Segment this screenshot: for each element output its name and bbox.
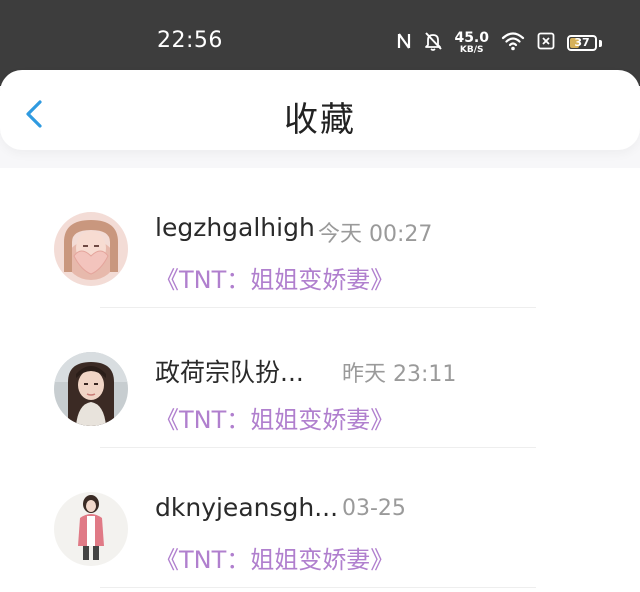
- favorite-user-name: dknyjeansgh...: [155, 493, 339, 522]
- favorite-timestamp: 03-25: [342, 496, 406, 521]
- status-icons: 45.0 KB/S 37: [396, 29, 602, 57]
- favorite-book-link[interactable]: 《TNT：姐姐变娇妻》: [155, 400, 394, 435]
- no-sim-icon: [537, 32, 555, 54]
- favorite-item[interactable]: dknyjeansgh... 03-25 《TNT：姐姐变娇妻》: [0, 448, 640, 588]
- favorite-user-name: 政荷宗队扮...: [155, 358, 304, 387]
- favorite-book-link[interactable]: 《TNT：姐姐变娇妻》: [155, 260, 394, 295]
- avatar: [54, 352, 128, 426]
- favorite-book-link[interactable]: 《TNT：姐姐变娇妻》: [155, 540, 394, 575]
- favorites-list: legzhgalhigh 今天 00:27 《TNT：姐姐变娇妻》 政荷宗队扮.…: [0, 168, 640, 592]
- row-divider: [100, 587, 536, 588]
- battery-level: 37: [574, 36, 590, 49]
- bell-muted-icon: [424, 31, 443, 55]
- header-bar: 收藏: [0, 70, 640, 150]
- favorite-timestamp: 今天 00:27: [318, 222, 433, 247]
- nfc-icon: [396, 31, 412, 55]
- battery-icon: 37: [567, 35, 597, 51]
- net-speed-unit: KB/S: [459, 45, 484, 55]
- page-title: 收藏: [284, 100, 356, 140]
- favorite-item[interactable]: legzhgalhigh 今天 00:27 《TNT：姐姐变娇妻》: [0, 168, 640, 308]
- favorite-user-name: legzhgalhigh: [155, 213, 315, 242]
- avatar: [54, 492, 128, 566]
- wifi-icon: [501, 31, 525, 55]
- favorite-item[interactable]: 政荷宗队扮... 昨天 23:11 《TNT：姐姐变娇妻》: [0, 308, 640, 448]
- favorite-timestamp: 昨天 23:11: [342, 362, 457, 387]
- net-speed-value: 45.0: [454, 30, 489, 46]
- net-speed-indicator: 45.0 KB/S: [454, 31, 489, 55]
- status-time: 22:56: [157, 28, 223, 53]
- avatar: [54, 212, 128, 286]
- battery-tip: [599, 39, 602, 47]
